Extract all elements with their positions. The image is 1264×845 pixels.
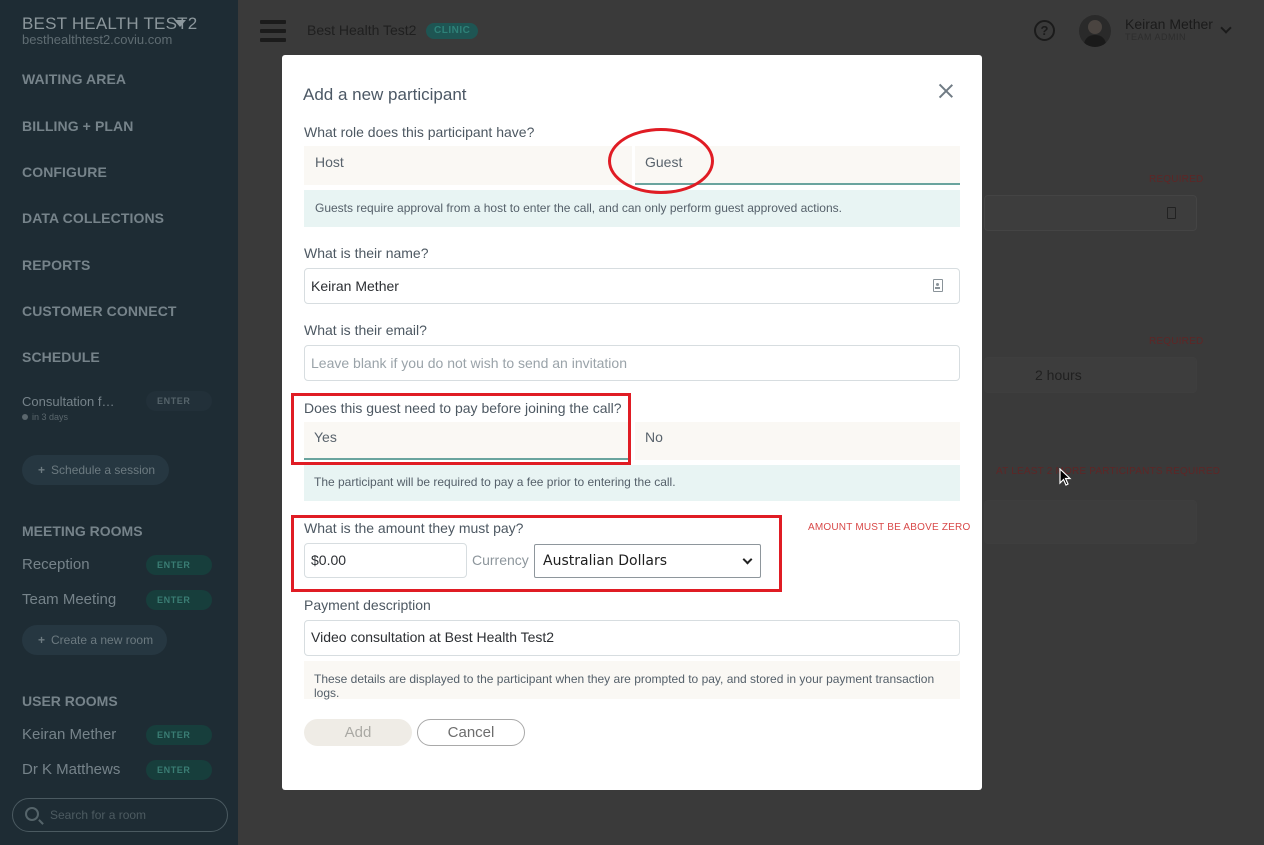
modal-title: Add a new participant [303, 85, 467, 104]
chevron-down-icon[interactable] [1220, 22, 1232, 34]
room-dr-k-matthews-enter-button[interactable]: ENTER [146, 760, 212, 780]
clinic-title: Best Health Test2 [307, 22, 417, 38]
pay-info-box: The participant will be required to pay … [304, 465, 960, 501]
plus-icon: + [38, 463, 46, 477]
name-label: What is their name? [304, 245, 429, 261]
email-placeholder: Leave blank if you do not wish to send a… [311, 355, 627, 371]
room-keiran-mether[interactable]: Keiran Mether [22, 726, 116, 743]
top-bar: Best Health Test2 CLINIC ? Keiran Mether… [238, 0, 1264, 62]
session-time: in 3 days [22, 412, 68, 422]
email-input[interactable]: Leave blank if you do not wish to send a… [304, 345, 960, 381]
close-icon[interactable] [936, 81, 956, 101]
description-info-box: These details are displayed to the parti… [304, 661, 960, 700]
role-info-text: Guests require approval from a host to e… [315, 201, 842, 215]
help-icon[interactable]: ? [1034, 20, 1055, 41]
duration-select [984, 357, 1197, 393]
role-info-box: Guests require approval from a host to e… [304, 190, 960, 227]
nav-billing-plan[interactable]: BILLING + PLAN [22, 118, 133, 134]
pay-option-no[interactable]: No [635, 422, 960, 460]
meeting-rooms-heading: MEETING ROOMS [22, 523, 143, 539]
cancel-button[interactable]: Cancel [417, 719, 525, 746]
user-rooms-heading: USER ROOMS [22, 693, 118, 709]
required-label: REQUIRED [1149, 336, 1204, 347]
room-dr-k-matthews[interactable]: Dr K Matthews [22, 761, 120, 778]
contact-card-icon[interactable] [933, 279, 943, 292]
clinic-badge: CLINIC [426, 23, 479, 39]
nav-customer-connect[interactable]: CUSTOMER CONNECT [22, 303, 177, 319]
create-room-button[interactable]: + Create a new room [22, 625, 168, 655]
email-label: What is their email? [304, 322, 427, 338]
role-option-host[interactable]: Host [304, 146, 632, 185]
room-reception[interactable]: Reception [22, 556, 90, 573]
pay-info-text: The participant will be required to pay … [314, 475, 676, 489]
search-icon [25, 807, 39, 821]
avatar[interactable] [1079, 15, 1111, 47]
status-dot-icon [22, 414, 28, 420]
user-name[interactable]: Keiran Mether [1125, 16, 1213, 32]
nav-schedule[interactable]: SCHEDULE [22, 349, 100, 365]
session-enter-button[interactable]: ENTER [146, 391, 212, 411]
description-value: Video consultation at Best Health Test2 [311, 629, 555, 645]
amount-error: AMOUNT MUST BE ABOVE ZERO [808, 522, 971, 533]
room-keiran-mether-enter-button[interactable]: ENTER [146, 725, 212, 745]
background-input [984, 195, 1197, 231]
schedule-session-button[interactable]: + Schedule a session [22, 455, 170, 485]
participants-required-label: AT LEAST 2 MORE PARTICIPANTS REQUIRED [996, 466, 1221, 477]
menu-icon[interactable] [260, 20, 286, 42]
contact-card-icon [1167, 207, 1176, 219]
participants-box [984, 500, 1197, 544]
annotation-rect-amount [291, 515, 782, 592]
plus-icon: + [38, 633, 46, 647]
annotation-rect-pay [291, 393, 631, 465]
org-name[interactable]: BEST HEALTH TEST2 [22, 14, 197, 34]
room-search-placeholder: Search for a room [50, 808, 147, 822]
name-value: Keiran Mether [311, 278, 399, 294]
sidebar: BEST HEALTH TEST2 besthealthtest2.coviu.… [0, 0, 238, 845]
description-input[interactable]: Video consultation at Best Health Test2 [304, 620, 960, 656]
description-label: Payment description [304, 597, 431, 613]
role-option-host-label: Host [315, 154, 344, 170]
room-reception-enter-button[interactable]: ENTER [146, 555, 212, 575]
annotation-ellipse [608, 128, 714, 194]
description-info-text: These details are displayed to the parti… [314, 672, 935, 700]
add-button[interactable]: Add [304, 719, 412, 746]
chevron-down-icon[interactable] [174, 20, 186, 27]
room-team-meeting-enter-button[interactable]: ENTER [146, 590, 212, 610]
user-role: TEAM ADMIN [1125, 32, 1187, 42]
room-team-meeting[interactable]: Team Meeting [22, 591, 116, 608]
nav-configure[interactable]: CONFIGURE [22, 164, 107, 180]
pay-option-no-label: No [645, 429, 663, 445]
name-input[interactable]: Keiran Mether [304, 268, 960, 304]
room-search-input[interactable]: Search for a room [12, 798, 228, 832]
duration-value: 2 hours [1035, 367, 1082, 383]
required-label: REQUIRED [1149, 174, 1204, 185]
session-title[interactable]: Consultation f… [22, 394, 115, 409]
nav-reports[interactable]: REPORTS [22, 257, 90, 273]
role-question: What role does this participant have? [304, 124, 535, 140]
org-url: besthealthtest2.coviu.com [22, 32, 173, 47]
nav-waiting-area[interactable]: WAITING AREA [22, 71, 126, 87]
nav-data-collections[interactable]: DATA COLLECTIONS [22, 210, 164, 226]
